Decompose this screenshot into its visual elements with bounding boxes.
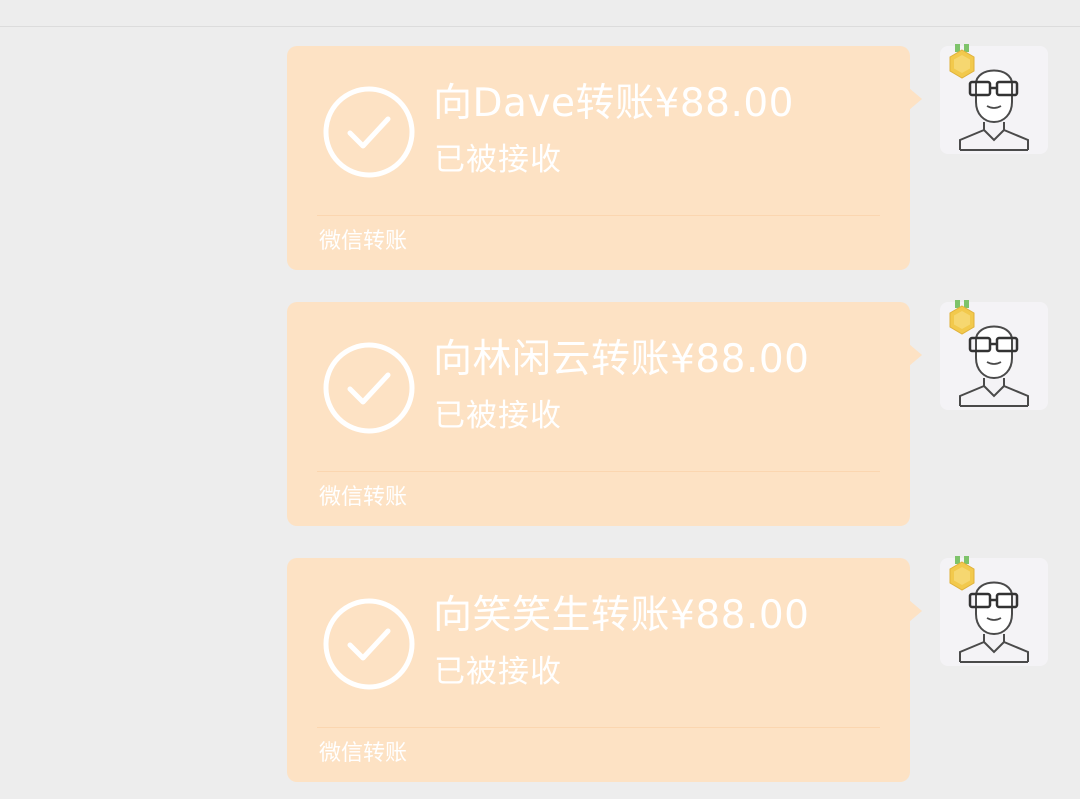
- bubble-tail: [909, 88, 922, 110]
- transfer-status: 已被接收: [434, 142, 562, 178]
- transfer-footer: 微信转账: [319, 229, 408, 254]
- check-circle-icon: [323, 86, 415, 178]
- chat-message-row: 向笑笑生转账¥88.00 已被接收 微信转账: [0, 556, 1080, 782]
- bubble-tail: [909, 600, 922, 622]
- transfer-title: 向林闲云转账¥88.00: [433, 337, 810, 382]
- medal-icon: [947, 44, 977, 80]
- bubble-divider: [317, 215, 880, 216]
- transfer-status: 已被接收: [434, 398, 562, 434]
- transfer-bubble[interactable]: 向Dave转账¥88.00 已被接收 微信转账: [287, 46, 922, 270]
- transfer-bubble[interactable]: 向笑笑生转账¥88.00 已被接收 微信转账: [287, 558, 922, 782]
- bubble-divider: [317, 471, 880, 472]
- user-avatar[interactable]: [940, 44, 1048, 154]
- check-circle-icon: [323, 598, 415, 690]
- bubble-tail: [909, 344, 922, 366]
- transfer-footer: 微信转账: [319, 485, 408, 510]
- user-avatar[interactable]: [940, 556, 1048, 666]
- bubble-divider: [317, 727, 880, 728]
- top-divider: [0, 26, 1080, 27]
- check-circle-icon: [323, 342, 415, 434]
- medal-icon: [947, 300, 977, 336]
- transfer-title: 向笑笑生转账¥88.00: [433, 593, 810, 638]
- transfer-status: 已被接收: [434, 654, 562, 690]
- transfer-bubble[interactable]: 向林闲云转账¥88.00 已被接收 微信转账: [287, 302, 922, 526]
- transfer-title: 向Dave转账¥88.00: [433, 81, 794, 126]
- user-avatar[interactable]: [940, 300, 1048, 410]
- chat-message-row: 向林闲云转账¥88.00 已被接收 微信转账: [0, 300, 1080, 526]
- medal-icon: [947, 556, 977, 592]
- transfer-footer: 微信转账: [319, 741, 408, 766]
- chat-message-row: 向Dave转账¥88.00 已被接收 微信转账: [0, 44, 1080, 270]
